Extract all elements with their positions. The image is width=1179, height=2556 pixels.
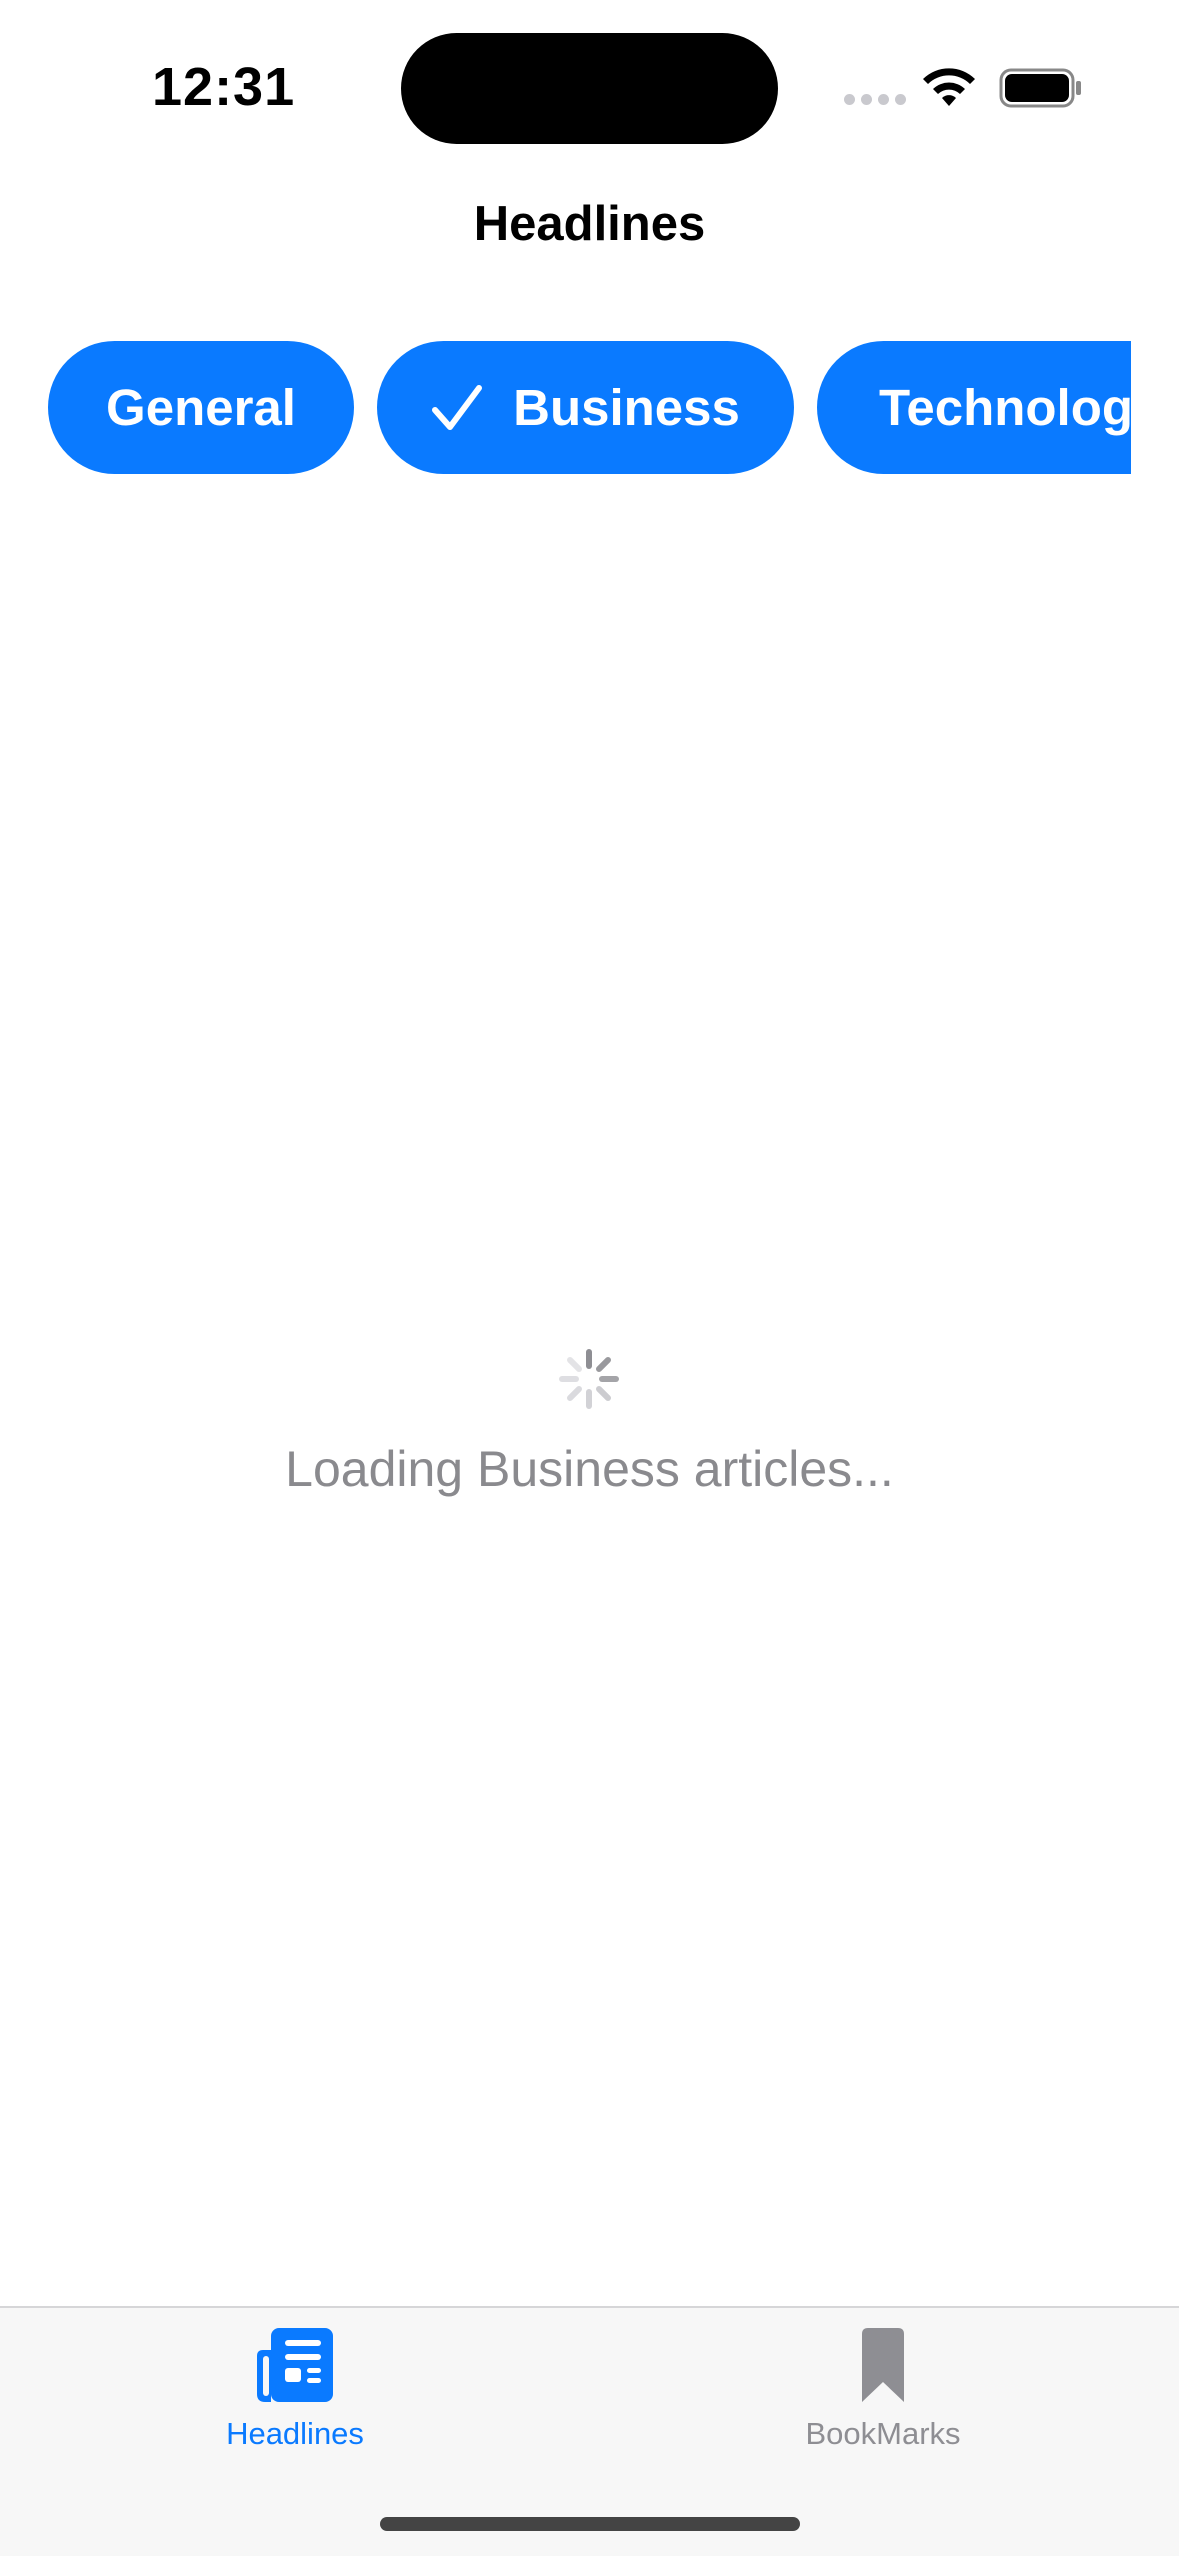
battery-icon bbox=[999, 68, 1081, 108]
page-title: Headlines bbox=[473, 197, 706, 251]
category-chip-general[interactable]: General bbox=[48, 341, 354, 474]
bookmark-icon bbox=[862, 2328, 904, 2402]
category-chip-label: General bbox=[106, 379, 296, 436]
home-indicator[interactable] bbox=[380, 2517, 800, 2531]
cellular-signal-icon bbox=[844, 94, 906, 105]
status-time: 12:31 bbox=[152, 57, 296, 117]
category-chip-label: Technology bbox=[879, 379, 1131, 436]
category-chip-business[interactable]: Business bbox=[377, 341, 794, 474]
tab-bookmarks[interactable]: BookMarks bbox=[733, 2308, 1033, 2478]
tab-label: BookMarks bbox=[805, 2416, 961, 2451]
newspaper-icon bbox=[257, 2328, 333, 2402]
tab-label: Headlines bbox=[226, 2416, 364, 2451]
category-chip-row[interactable]: General Business Technology bbox=[0, 341, 1131, 474]
wifi-icon bbox=[923, 68, 975, 106]
loading-spinner-icon bbox=[559, 1349, 619, 1409]
category-chip-label: Business bbox=[513, 379, 740, 436]
loading-message: Loading Business articles... bbox=[285, 1441, 894, 1497]
category-chip-technology[interactable]: Technology bbox=[817, 341, 1131, 474]
checkmark-icon bbox=[432, 384, 483, 430]
tab-headlines[interactable]: Headlines bbox=[145, 2308, 445, 2478]
dynamic-island bbox=[401, 33, 778, 144]
status-bar: 12:31 bbox=[0, 0, 1179, 180]
